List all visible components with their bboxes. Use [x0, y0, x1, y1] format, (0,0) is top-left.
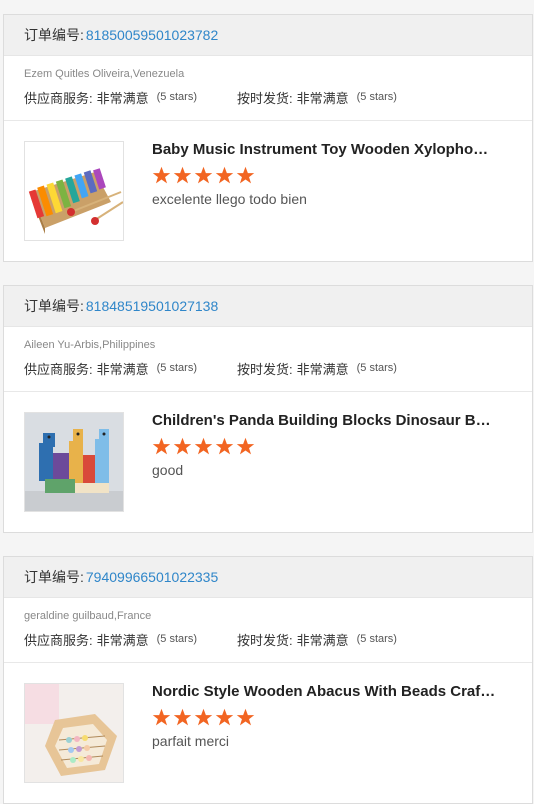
xylophone-image: [25, 142, 123, 240]
service-ratings: 供应商服务: 非常满意 (5 stars) 按时发货: 非常满意 (5 star…: [24, 88, 532, 106]
product-info: Nordic Style Wooden Abacus With Beads Cr…: [152, 683, 497, 783]
shipping-stars: (5 stars): [356, 362, 397, 374]
supplier-service-label: 供应商服务:: [24, 90, 93, 106]
product-title[interactable]: Nordic Style Wooden Abacus With Beads Cr…: [152, 683, 497, 700]
star-icon: [215, 166, 234, 184]
star-icon: [194, 437, 213, 455]
dinosaur-blocks-image: [25, 413, 123, 511]
order-card: 订单编号: 81848519501027138 Aileen Yu-Arbis,…: [3, 285, 533, 533]
review-text: parfait merci: [152, 733, 230, 749]
star-icon: [173, 166, 192, 184]
product-thumbnail[interactable]: [24, 412, 124, 512]
rating-stars: [152, 708, 497, 727]
order-card: 订单编号: 81850059501023782 Ezem Quitles Oli…: [3, 14, 533, 262]
star-icon: [215, 437, 234, 455]
product-row: Baby Music Instrument Toy Wooden Xylopho…: [4, 121, 532, 261]
service-ratings: 供应商服务: 非常满意 (5 stars) 按时发货: 非常满意 (5 star…: [24, 630, 532, 648]
abacus-image: [25, 684, 123, 782]
shipping-stars: (5 stars): [356, 633, 397, 645]
order-header: 订单编号: 79409966501022335: [4, 557, 532, 598]
review-text: good: [152, 462, 184, 478]
product-info: Baby Music Instrument Toy Wooden Xylopho…: [152, 141, 497, 241]
supplier-service-stars: (5 stars): [156, 633, 197, 645]
order-number-link[interactable]: 81848519501027138: [86, 298, 218, 314]
rating-stars: [152, 166, 497, 185]
star-icon: [173, 437, 192, 455]
product-row: Children's Panda Building Blocks Dinosau…: [4, 392, 532, 532]
supplier-service-label: 供应商服务:: [24, 632, 93, 648]
order-number-label: 订单编号:: [24, 27, 84, 43]
rating-stars: [152, 437, 497, 456]
supplier-service-stars: (5 stars): [156, 362, 197, 374]
product-thumbnail[interactable]: [24, 683, 124, 783]
star-icon: [236, 708, 255, 726]
star-icon: [194, 708, 213, 726]
supplier-service-value: 非常满意: [96, 361, 149, 377]
order-number-link[interactable]: 81850059501023782: [86, 27, 218, 43]
shipping-value: 非常满意: [296, 361, 349, 377]
order-number-link[interactable]: 79409966501022335: [86, 569, 218, 585]
product-title[interactable]: Baby Music Instrument Toy Wooden Xylopho…: [152, 141, 497, 158]
buyer-name: Aileen Yu-Arbis,Philippines: [24, 339, 156, 351]
star-icon: [173, 708, 192, 726]
star-icon: [236, 166, 255, 184]
review-list: 订单编号: 81850059501023782 Ezem Quitles Oli…: [0, 0, 534, 804]
product-title[interactable]: Children's Panda Building Blocks Dinosau…: [152, 412, 497, 429]
shipping-value: 非常满意: [296, 632, 349, 648]
order-card: 订单编号: 79409966501022335 geraldine guilba…: [3, 556, 533, 804]
shipping-stars: (5 stars): [356, 91, 397, 103]
shipping-label: 按时发货:: [236, 90, 293, 106]
shipping-label: 按时发货:: [236, 632, 293, 648]
buyer-name: geraldine guilbaud,France: [24, 610, 152, 622]
supplier-service-label: 供应商服务:: [24, 361, 93, 377]
supplier-service-stars: (5 stars): [156, 91, 197, 103]
order-number-label: 订单编号:: [24, 298, 84, 314]
star-icon: [152, 166, 171, 184]
order-header: 订单编号: 81850059501023782: [4, 15, 532, 56]
supplier-service-value: 非常满意: [96, 90, 149, 106]
star-icon: [194, 166, 213, 184]
star-icon: [152, 437, 171, 455]
star-icon: [152, 708, 171, 726]
shipping-value: 非常满意: [296, 90, 349, 106]
star-icon: [215, 708, 234, 726]
order-header: 订单编号: 81848519501027138: [4, 286, 532, 327]
shipping-label: 按时发货:: [236, 361, 293, 377]
service-ratings: 供应商服务: 非常满意 (5 stars) 按时发货: 非常满意 (5 star…: [24, 359, 532, 377]
order-number-label: 订单编号:: [24, 569, 84, 585]
product-thumbnail[interactable]: [24, 141, 124, 241]
supplier-service-value: 非常满意: [96, 632, 149, 648]
review-text: excelente llego todo bien: [152, 191, 307, 207]
star-icon: [236, 437, 255, 455]
product-row: Nordic Style Wooden Abacus With Beads Cr…: [4, 663, 532, 803]
product-info: Children's Panda Building Blocks Dinosau…: [152, 412, 497, 512]
buyer-name: Ezem Quitles Oliveira,Venezuela: [24, 68, 185, 80]
